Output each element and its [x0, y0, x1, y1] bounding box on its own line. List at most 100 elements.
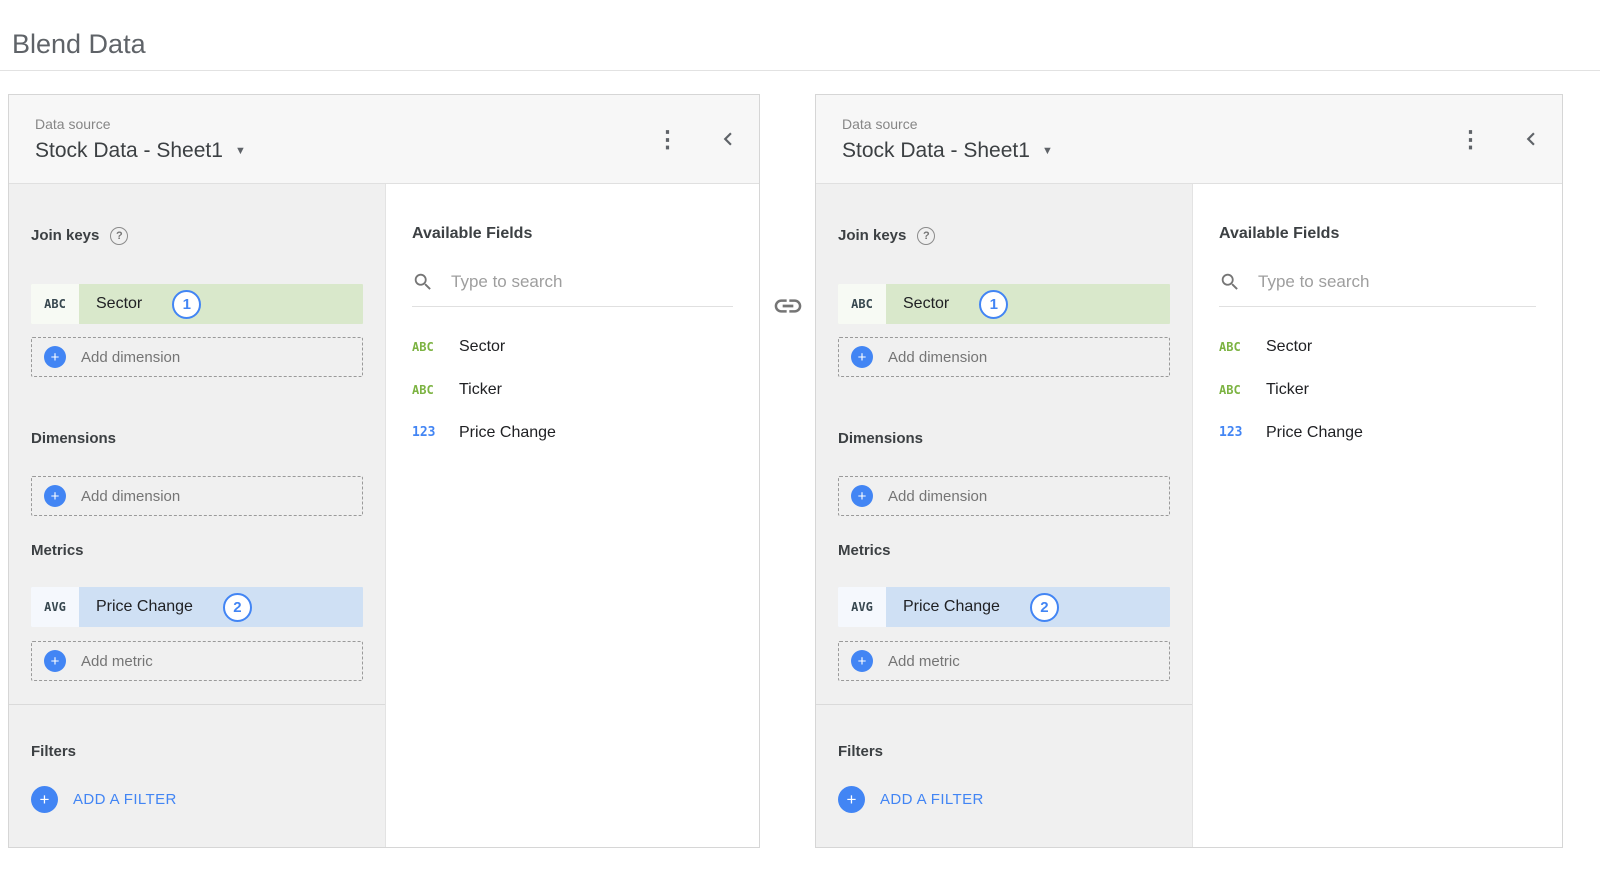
dimensions-title: Dimensions [31, 429, 363, 448]
datasource-name-row: Stock Data - Sheet1 ▼ [35, 139, 246, 163]
step-1-badge: 1 [979, 290, 1008, 319]
plus-icon: + [31, 786, 58, 813]
field-item[interactable]: 123 Price Change [412, 411, 733, 454]
field-item[interactable]: ABC Sector [412, 325, 733, 368]
available-fields-title: Available Fields [1219, 224, 1536, 244]
metrics-title: Metrics [31, 541, 363, 560]
datasource-name: Stock Data - Sheet1 [35, 139, 223, 163]
add-metric-button[interactable]: + Add metric [838, 641, 1170, 681]
step-2-badge: 2 [223, 593, 252, 622]
overflow-menu-icon[interactable]: ⋮ [1453, 128, 1488, 151]
available-fields-title: Available Fields [412, 224, 733, 244]
datasource-select[interactable]: Data source Stock Data - Sheet1 ▼ [842, 116, 1053, 163]
metrics-title: Metrics [838, 541, 1170, 560]
add-dimension-label: Add dimension [81, 488, 180, 505]
chip-label: Price Change 2 [886, 587, 1170, 627]
metric-chip[interactable]: AVG Price Change 2 [31, 587, 363, 627]
aggregation-badge: AVG [838, 587, 886, 627]
add-dimension-button[interactable]: + Add dimension [838, 476, 1170, 516]
datasource-name: Stock Data - Sheet1 [842, 139, 1030, 163]
step-2-badge: 2 [1030, 593, 1059, 622]
search-input[interactable] [1258, 272, 1536, 292]
metric-field-name: Price Change [96, 598, 193, 616]
chip-label: Sector 1 [886, 284, 1170, 324]
field-type-badge: ABC [31, 284, 79, 324]
dimension-type-badge: ABC [412, 383, 450, 397]
add-join-dimension-button[interactable]: + Add dimension [31, 337, 363, 377]
filters-title: Filters [31, 742, 363, 761]
panel-header-actions: ⋮ [1453, 126, 1544, 152]
blend-workspace: Data source Stock Data - Sheet1 ▼ ⋮ Join… [0, 71, 1600, 848]
add-join-dimension-button[interactable]: + Add dimension [838, 337, 1170, 377]
add-dimension-button[interactable]: + Add dimension [31, 476, 363, 516]
fields-list: ABC Sector ABC Ticker 123 Price Change [1219, 325, 1536, 454]
field-item[interactable]: 123 Price Change [1219, 411, 1536, 454]
join-keys-title: Join keys [31, 226, 99, 245]
aggregation-badge: AVG [31, 587, 79, 627]
search-icon [412, 271, 434, 293]
datasource-panel-2: Data source Stock Data - Sheet1 ▼ ⋮ Join… [815, 94, 1563, 848]
section-divider [9, 704, 385, 705]
join-key-field-name: Sector [903, 295, 949, 313]
metric-type-badge: 123 [412, 425, 450, 440]
page-header: Blend Data [0, 0, 1600, 71]
field-name: Sector [1266, 338, 1312, 356]
metric-chip[interactable]: AVG Price Change 2 [838, 587, 1170, 627]
panel-header: Data source Stock Data - Sheet1 ▼ ⋮ [816, 95, 1562, 184]
help-icon[interactable]: ? [110, 227, 128, 245]
panel-header-actions: ⋮ [650, 126, 741, 152]
search-input[interactable] [451, 272, 733, 292]
datasource-select[interactable]: Data source Stock Data - Sheet1 ▼ [35, 116, 246, 163]
join-key-chip[interactable]: ABC Sector 1 [31, 284, 363, 324]
join-keys-heading-row: Join keys ? [838, 226, 1170, 245]
field-item[interactable]: ABC Ticker [1219, 368, 1536, 411]
plus-icon: + [851, 650, 873, 672]
add-metric-label: Add metric [81, 653, 153, 670]
filters-title: Filters [838, 742, 1170, 761]
field-name: Ticker [459, 381, 502, 399]
add-filter-button[interactable]: + ADD A FILTER [838, 786, 1170, 813]
field-item[interactable]: ABC Sector [1219, 325, 1536, 368]
join-key-field-name: Sector [96, 295, 142, 313]
field-name: Ticker [1266, 381, 1309, 399]
join-keys-heading-row: Join keys ? [31, 226, 363, 245]
blend-config-column: Join keys ? ABC Sector 1 + Add dimension… [9, 184, 386, 847]
dimension-type-badge: ABC [1219, 340, 1257, 354]
help-icon[interactable]: ? [917, 227, 935, 245]
add-filter-label: ADD A FILTER [880, 791, 984, 808]
available-fields-panel: Available Fields ABC Sector ABC Ticker [386, 184, 759, 847]
dimension-type-badge: ABC [1219, 383, 1257, 397]
section-divider [816, 704, 1192, 705]
metric-field-name: Price Change [903, 598, 1000, 616]
dimensions-title: Dimensions [838, 429, 1170, 448]
step-1-badge: 1 [172, 290, 201, 319]
chip-label: Sector 1 [79, 284, 363, 324]
add-join-dimension-label: Add dimension [81, 349, 180, 366]
field-name: Price Change [459, 424, 556, 442]
collapse-panel-icon[interactable] [1518, 126, 1544, 152]
panel-body: Join keys ? ABC Sector 1 + Add dimension… [9, 184, 759, 847]
add-metric-button[interactable]: + Add metric [31, 641, 363, 681]
datasource-label: Data source [35, 116, 246, 132]
dimension-type-badge: ABC [412, 340, 450, 354]
overflow-menu-icon[interactable]: ⋮ [650, 128, 685, 151]
metric-type-badge: 123 [1219, 425, 1257, 440]
plus-icon: + [44, 485, 66, 507]
available-fields-panel: Available Fields ABC Sector ABC Ticker [1193, 184, 1562, 847]
add-dimension-label: Add dimension [888, 488, 987, 505]
field-item[interactable]: ABC Ticker [412, 368, 733, 411]
add-filter-button[interactable]: + ADD A FILTER [31, 786, 363, 813]
blend-config-column: Join keys ? ABC Sector 1 + Add dimension… [816, 184, 1193, 847]
collapse-panel-icon[interactable] [715, 126, 741, 152]
add-filter-label: ADD A FILTER [73, 791, 177, 808]
join-key-chip[interactable]: ABC Sector 1 [838, 284, 1170, 324]
plus-icon: + [851, 485, 873, 507]
chip-label: Price Change 2 [79, 587, 363, 627]
field-name: Price Change [1266, 424, 1363, 442]
field-search [1219, 271, 1536, 307]
plus-icon: + [44, 650, 66, 672]
panel-header: Data source Stock Data - Sheet1 ▼ ⋮ [9, 95, 759, 184]
join-connector [760, 290, 815, 327]
dropdown-caret-icon: ▼ [235, 145, 246, 157]
field-name: Sector [459, 338, 505, 356]
